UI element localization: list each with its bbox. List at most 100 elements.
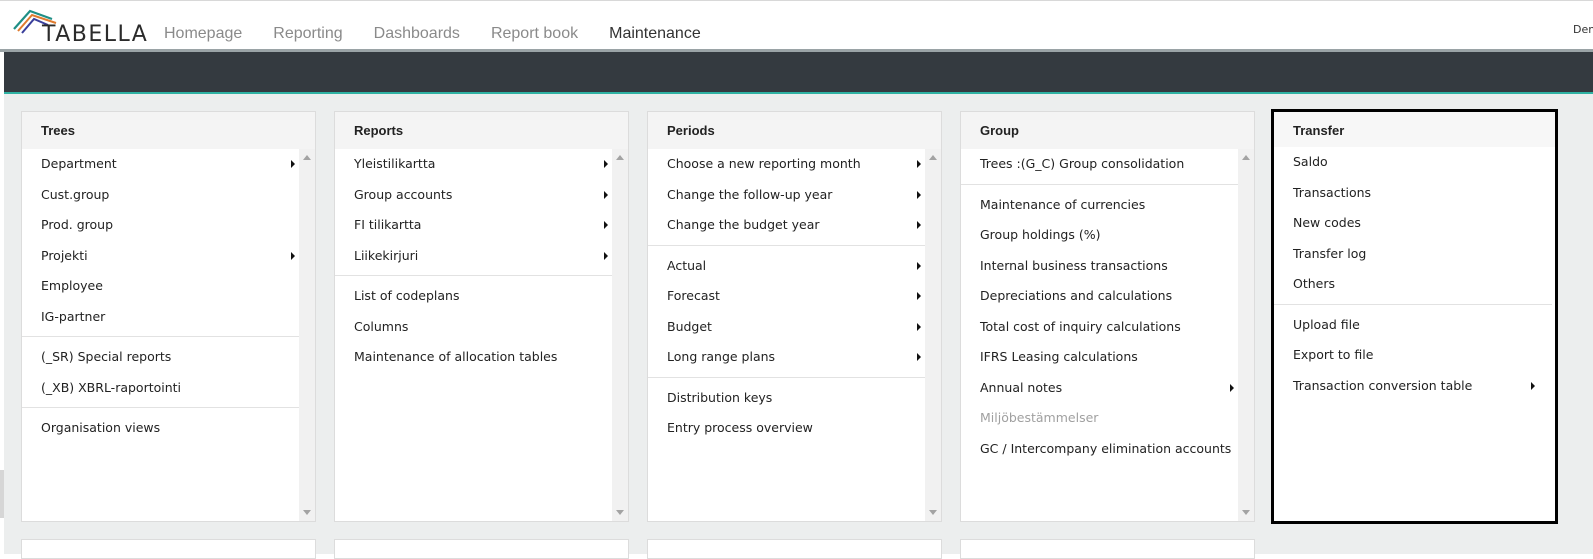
nav-homepage[interactable]: Homepage (164, 25, 242, 43)
submenu-arrow-icon (291, 251, 295, 260)
scroll-down-icon[interactable] (929, 510, 937, 515)
menu-item-saldo[interactable]: Saldo (1274, 147, 1555, 178)
menu-item-forecast[interactable]: Forecast (648, 281, 941, 312)
panel-title: Group (961, 112, 1254, 149)
menu-item-change-the-follow-up-year[interactable]: Change the follow-up year (648, 180, 941, 211)
menu-item-projekti[interactable]: Projekti (22, 241, 315, 272)
nav-report-book[interactable]: Report book (491, 25, 578, 43)
menu-item-label: Organisation views (41, 420, 161, 435)
menu-item-upload-file[interactable]: Upload file (1274, 310, 1555, 341)
menu-item-xb-xbrl-raportointi[interactable]: (_XB) XBRL-raportointi (22, 373, 315, 404)
menu-item-label: Saldo (1293, 154, 1328, 169)
submenu-arrow-icon (1531, 381, 1535, 390)
nav-dashboards[interactable]: Dashboards (374, 25, 460, 43)
panel-menu-list: Department Cust.group Prod. group Projekti E… (22, 149, 315, 521)
menu-item-fi-tilikartta[interactable]: FI tilikartta (335, 210, 628, 241)
menu-item-employee[interactable]: Employee (22, 271, 315, 302)
menu-item-budget[interactable]: Budget (648, 312, 941, 343)
menu-item-distribution-keys[interactable]: Distribution keys (648, 383, 941, 414)
menu-item-liikekirjuri[interactable]: Liikekirjuri (335, 241, 628, 272)
menu-item-group-holdings[interactable]: Group holdings (%) (961, 220, 1254, 251)
menu-item-ifrs-leasing-calculations[interactable]: IFRS Leasing calculations (961, 342, 1254, 373)
submenu-arrow-icon (291, 160, 295, 168)
menu-item-yleistilikartta[interactable]: Yleistilikartta (335, 149, 628, 180)
menu-item-label: FI tilikartta (354, 217, 422, 232)
menu-item-label: Total cost of inquiry calculations (980, 318, 1181, 334)
submenu-arrow-icon (917, 322, 921, 331)
menu-item-actual[interactable]: Actual (648, 251, 941, 282)
main-nav: Homepage Reporting Dashboards Report book Ma… (164, 25, 732, 43)
menu-item-maintenance-of-currencies[interactable]: Maintenance of currencies (961, 190, 1254, 221)
tabella-logo[interactable]: TABELLA (12, 7, 147, 47)
menu-item-ig-partner[interactable]: IG-partner (22, 302, 315, 333)
menu-item-list-of-codeplans[interactable]: List of codeplans (335, 281, 628, 312)
nav-maintenance[interactable]: Maintenance (609, 25, 701, 43)
panel-menu-list: Choose a new reporting month Change the f… (648, 149, 941, 521)
menu-item-label: Maintenance of currencies (980, 196, 1146, 212)
menu-item-transactions[interactable]: Transactions (1274, 178, 1555, 209)
menu-item-prod-group[interactable]: Prod. group (22, 210, 315, 241)
menu-item-entry-process-overview[interactable]: Entry process overview (648, 413, 941, 444)
menu-separator (648, 376, 926, 378)
menu-item-gc-intercompany-elimination-accounts[interactable]: GC / Intercompany elimination accounts (961, 434, 1254, 465)
submenu-arrow-icon (917, 160, 921, 168)
nav-reporting[interactable]: Reporting (273, 25, 342, 43)
menu-item-label: Internal business transactions (980, 257, 1168, 273)
menu-item-export-to-file[interactable]: Export to file (1274, 340, 1555, 371)
panel-menu-list: Yleistilikartta Group accounts FI tilikart… (335, 149, 628, 521)
menu-item-others[interactable]: Others (1274, 269, 1555, 300)
menu-item-organisation-views[interactable]: Organisation views (22, 413, 315, 444)
panel-scrollbar[interactable] (299, 149, 315, 521)
submenu-arrow-icon (604, 160, 608, 168)
panel-menu-list: Saldo Transactions New codes Transfer log Ot… (1274, 147, 1555, 519)
scroll-up-icon[interactable] (616, 155, 624, 160)
panel-reports: Reports Yleistilikartta Group accounts FI t… (334, 111, 629, 522)
menu-item-long-range-plans[interactable]: Long range plans (648, 342, 941, 373)
submenu-arrow-icon (604, 221, 608, 229)
menu-item-group-accounts[interactable]: Group accounts (335, 180, 628, 211)
scroll-down-icon[interactable] (303, 510, 311, 515)
scroll-down-icon[interactable] (1242, 510, 1250, 515)
lower-panel (647, 539, 942, 559)
menu-item-label: Others (1293, 276, 1336, 291)
panel-scrollbar[interactable] (925, 149, 941, 521)
panel-scrollbar[interactable] (612, 149, 628, 521)
menu-item-columns[interactable]: Columns (335, 312, 628, 343)
menu-item-label: Transfer log (1293, 245, 1367, 261)
user-name[interactable]: Demo (1573, 23, 1593, 36)
menu-item-depreciations-and-calculations[interactable]: Depreciations and calculations (961, 281, 1254, 312)
menu-item-transaction-conversion-table[interactable]: Transaction conversion table (1274, 371, 1555, 402)
scroll-up-icon[interactable] (929, 155, 937, 160)
scroll-up-icon[interactable] (1242, 155, 1250, 160)
menu-item-choose-a-new-reporting-month[interactable]: Choose a new reporting month (648, 149, 941, 180)
menu-item-sr-special-reports[interactable]: (_SR) Special reports (22, 342, 315, 373)
menu-item-department[interactable]: Department (22, 149, 315, 180)
menu-separator (961, 183, 1239, 185)
menu-item-label: Prod. group (41, 217, 114, 232)
menu-item-new-codes[interactable]: New codes (1274, 208, 1555, 239)
menu-item-annual-notes[interactable]: Annual notes (961, 373, 1254, 404)
menu-item-change-the-budget-year[interactable]: Change the budget year (648, 210, 941, 241)
menu-item-label: Trees :(G_C) Group consolidation (980, 156, 1185, 171)
menu-item-cust-group[interactable]: Cust.group (22, 180, 315, 211)
menu-item-label: Actual (667, 257, 707, 273)
menu-item-label: Columns (354, 318, 409, 334)
menu-separator (22, 407, 300, 408)
menu-item-label: New codes (1293, 215, 1361, 230)
scroll-up-icon[interactable] (303, 155, 311, 160)
menu-item-internal-business-transactions[interactable]: Internal business transactions (961, 251, 1254, 282)
menu-item-maintenance-of-allocation-tables[interactable]: Maintenance of allocation tables (335, 342, 628, 373)
menu-item-label: Change the follow-up year (667, 186, 833, 202)
panel-scrollbar[interactable] (1238, 149, 1254, 521)
submenu-arrow-icon (1230, 383, 1234, 392)
menu-item-label: Liikekirjuri (354, 247, 419, 263)
menu-item-total-cost-of-inquiry-calculations[interactable]: Total cost of inquiry calculations (961, 312, 1254, 343)
menu-item-label: (_XB) XBRL-raportointi (41, 379, 182, 395)
menu-item-label: Transaction conversion table (1293, 377, 1473, 393)
menu-item-trees-g-c-group-consolidation[interactable]: Trees :(G_C) Group consolidation (961, 149, 1254, 180)
scroll-down-icon[interactable] (616, 510, 624, 515)
menu-item-transfer-log[interactable]: Transfer log (1274, 239, 1555, 270)
submenu-arrow-icon (917, 221, 921, 229)
toolbar-bar (4, 52, 1593, 92)
submenu-arrow-icon (917, 353, 921, 361)
